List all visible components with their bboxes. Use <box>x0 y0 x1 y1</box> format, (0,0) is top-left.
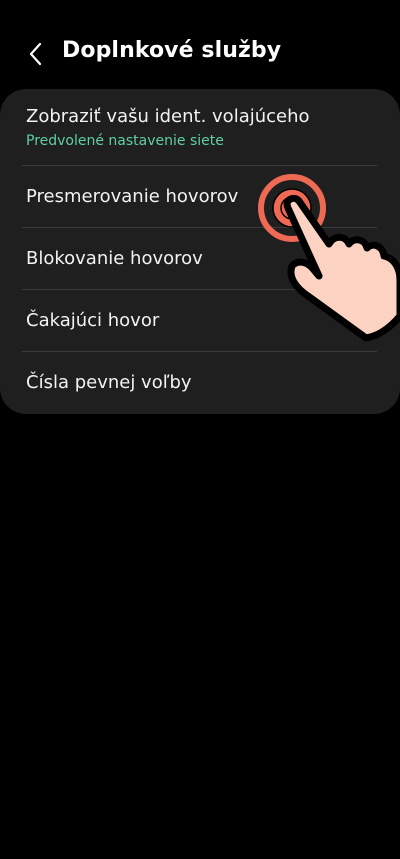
settings-list: Zobraziť vašu ident. volajúceho Predvole… <box>0 89 400 414</box>
list-item-fixed-dialing[interactable]: Čísla pevnej voľby <box>0 352 400 414</box>
list-item-label: Blokovanie hovorov <box>26 248 203 269</box>
list-item-call-barring[interactable]: Blokovanie hovorov <box>0 228 400 290</box>
list-item-caller-id[interactable]: Zobraziť vašu ident. volajúceho Predvole… <box>0 89 400 165</box>
list-item-label: Čakajúci hovor <box>26 310 160 331</box>
page-title: Doplnkové služby <box>62 38 282 63</box>
list-item-label: Presmerovanie hovorov <box>26 186 239 207</box>
list-item-label: Čísla pevnej voľby <box>26 372 192 393</box>
back-button[interactable] <box>20 36 52 72</box>
list-item-call-waiting[interactable]: Čakajúci hovor <box>0 290 400 352</box>
list-item-call-forwarding[interactable]: Presmerovanie hovorov <box>0 166 400 228</box>
list-item-label: Zobraziť vašu ident. volajúceho <box>26 106 310 127</box>
app-bar: Doplnkové služby <box>0 0 400 100</box>
chevron-left-icon <box>29 42 42 66</box>
list-item-subtitle: Predvolené nastavenie siete <box>26 133 224 149</box>
screen: Doplnkové služby Zobraziť vašu ident. vo… <box>0 0 400 859</box>
